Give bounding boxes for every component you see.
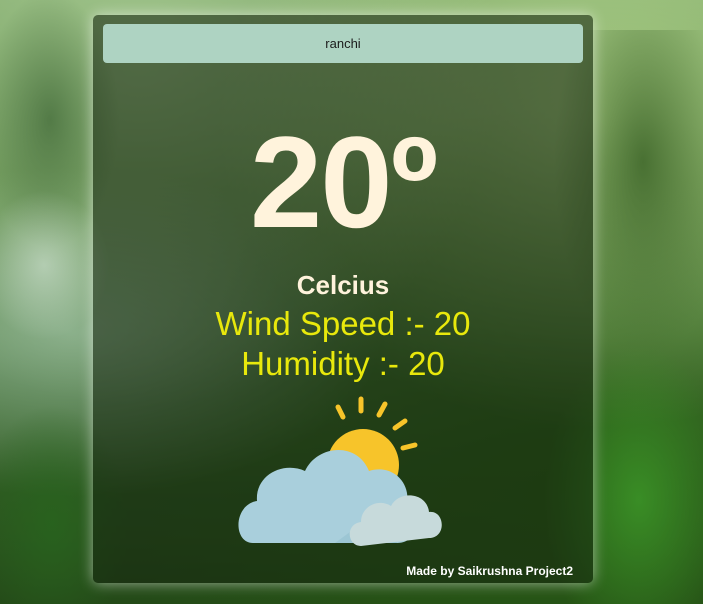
wind-speed-text: Wind Speed :- 20 [215, 305, 471, 342]
city-search-input[interactable] [103, 24, 583, 63]
temperature-value: 20º [249, 109, 438, 255]
footer-credit: Made by Saikrushna Project2 [406, 564, 573, 578]
weather-card: 20º Celcius Wind Speed :- 20 Humidity :-… [93, 15, 593, 583]
temperature-unit-label: Celcius [296, 270, 390, 300]
humidity-text: Humidity :- 20 [241, 345, 445, 382]
partly-cloudy-icon [238, 396, 442, 546]
